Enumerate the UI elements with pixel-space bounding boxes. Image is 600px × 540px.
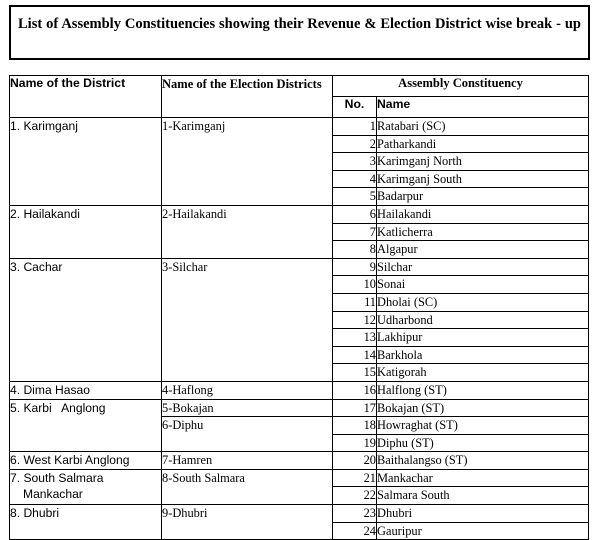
- column-header-district: Name of the District: [9, 75, 162, 118]
- constituency-name-cell: Howraghat (ST): [375, 416, 590, 435]
- constituency-name-cell: Lakhipur: [375, 328, 590, 347]
- constituency-number-cell: 20: [332, 451, 377, 470]
- table-row: 4. Dima Hasao 4-Haflong 16 Halflong (ST): [9, 380, 590, 400]
- constituency-number-cell: 8: [332, 240, 377, 259]
- table-row: 2. Hailakandi 2-Hailakandi 6 Hailakandi: [9, 204, 590, 259]
- district-name-cell: 2. Hailakandi: [9, 204, 162, 259]
- constituency-number-cell: 7: [332, 222, 377, 242]
- table-row: 8. Dhubri 9-Dhubri 23 Dhubri: [9, 504, 590, 540]
- constituency-number-cell: 2: [332, 134, 377, 154]
- constituency-number-cell: 4: [332, 169, 377, 189]
- district-name-line: 5. Karbi Anglong: [10, 400, 106, 415]
- district-name-cell: 1. Karimganj: [9, 117, 162, 206]
- table-row: 5. Karbi Anglong 5-Bokajan 17 Bokajan (ST): [9, 398, 590, 453]
- column-header-ac-no: No.: [332, 96, 377, 118]
- constituency-number-cell: 24: [332, 521, 377, 540]
- constituency-name-cell: Patharkandi: [375, 134, 590, 154]
- table-row: 1. Karimganj 1-Karimganj 1 Ratabari (SC): [9, 117, 590, 206]
- constituency-name-cell: Algapur: [375, 240, 590, 259]
- document-title-box: List of Assembly Constituencies showing …: [9, 5, 590, 60]
- constituency-name-cell: Barkhola: [375, 345, 590, 365]
- table-row: 6. West Karbi Anglong 7-Hamren 20 Baithalan…: [9, 451, 590, 470]
- constituency-number-cell: 9: [332, 257, 377, 277]
- constituency-name-cell: Bokajan (ST): [375, 398, 590, 418]
- election-district-cell: 6-Diphu: [161, 416, 333, 453]
- district-name-line: 7. South Salmara: [10, 470, 104, 485]
- district-name-cell: 7. South Salmara Mankachar: [9, 468, 162, 506]
- district-name-line: 4. Dima Hasao: [10, 382, 90, 397]
- district-name-line: 1. Karimganj: [10, 119, 78, 133]
- constituency-number-cell: 6: [332, 204, 377, 224]
- constituency-name-cell: Dhubri: [375, 504, 590, 523]
- district-name-line: 6. West Karbi Anglong: [10, 453, 130, 468]
- election-district-cell: 1-Karimganj: [161, 117, 333, 206]
- constituency-number-cell: 19: [332, 433, 377, 453]
- constituency-number-cell: 21: [332, 468, 377, 488]
- district-name-line: 3. Cachar: [10, 259, 63, 274]
- constituency-name-cell: Halflong (ST): [375, 380, 590, 400]
- election-district-cell: 5-Bokajan: [161, 398, 333, 418]
- constituency-name-cell: Hailakandi: [375, 204, 590, 224]
- election-district-cell: 3-Silchar: [161, 257, 333, 382]
- constituency-number-cell: 17: [332, 398, 377, 418]
- constituency-number-cell: 18: [332, 416, 377, 435]
- constituency-name-cell: Mankachar: [375, 468, 590, 488]
- constituency-name-cell: Karimganj South: [375, 169, 590, 189]
- column-header-assembly-constituency: Assembly Constituency: [331, 75, 590, 97]
- constituency-name-cell: Diphu (ST): [375, 433, 590, 453]
- table-header: Name of the District Name of the Electio…: [9, 75, 590, 118]
- district-name-cell: 3. Cachar: [9, 257, 162, 382]
- election-district-cell: 7-Hamren: [161, 451, 333, 470]
- table-body: 1. Karimganj 1-Karimganj 1 Ratabari (SC) 2 Pa…: [9, 117, 590, 540]
- constituency-name-cell: Katlicherra: [375, 222, 590, 242]
- constituency-name-cell: Silchar: [375, 257, 590, 277]
- constituency-number-cell: 15: [332, 363, 377, 382]
- constituency-number-cell: 1: [332, 117, 377, 136]
- constituency-number-cell: 23: [332, 504, 377, 523]
- constituency-name-cell: Sonai: [375, 275, 590, 294]
- district-name-cell: 5. Karbi Anglong: [9, 398, 162, 453]
- constituency-number-cell: 3: [332, 152, 377, 171]
- table-header-row-1: Name of the District Name of the Electio…: [9, 75, 590, 118]
- page-title: List of Assembly Constituencies showing …: [18, 16, 581, 32]
- election-district-cell: 8-South Salmara: [161, 468, 333, 506]
- election-district-cell: 4-Haflong: [161, 380, 333, 400]
- district-name-line: 2. Hailakandi: [10, 206, 80, 221]
- constituency-name-cell: Badarpur: [375, 187, 590, 206]
- election-district-cell: 2-Hailakandi: [161, 204, 333, 259]
- constituency-name-cell: Gauripur: [375, 521, 590, 540]
- constituency-name-cell: Ratabari (SC): [375, 117, 590, 136]
- constituency-number-cell: 13: [332, 328, 377, 347]
- district-name-cell: 6. West Karbi Anglong: [9, 451, 162, 470]
- constituency-number-cell: 22: [332, 486, 377, 506]
- district-name-cell: 8. Dhubri: [9, 504, 162, 540]
- constituency-name-cell: Salmara South: [375, 486, 590, 506]
- constituency-number-cell: 10: [332, 275, 377, 294]
- constituency-number-cell: 16: [332, 380, 377, 400]
- document-page: List of Assembly Constituencies showing …: [0, 0, 600, 540]
- constituency-name-cell: Baithalangso (ST): [375, 451, 590, 470]
- table-row: 7. South Salmara Mankachar 8-South Salmara…: [9, 468, 590, 506]
- column-header-ac-name: Name: [375, 96, 590, 118]
- constituency-number-cell: 14: [332, 345, 377, 365]
- constituency-table-container: Name of the District Name of the Electio…: [9, 75, 590, 540]
- district-name-line: Mankachar: [23, 487, 83, 502]
- constituency-number-cell: 12: [332, 310, 377, 330]
- constituency-name-cell: Udharbond: [375, 310, 590, 330]
- constituency-name-cell: Dholai (SC): [375, 292, 590, 312]
- table-row: 3. Cachar 3-Silchar 9 Silchar: [9, 257, 590, 382]
- district-name-line: 8. Dhubri: [10, 506, 60, 521]
- district-name-cell: 4. Dima Hasao: [9, 380, 162, 400]
- constituency-number-cell: 5: [332, 187, 377, 206]
- constituency-name-cell: Katigorah: [375, 363, 590, 382]
- election-district-cell: 9-Dhubri: [161, 504, 333, 540]
- column-header-election-district: Name of the Election Districts: [161, 75, 333, 118]
- constituency-table: Name of the District Name of the Electio…: [9, 75, 590, 540]
- constituency-number-cell: 11: [332, 292, 377, 312]
- constituency-name-cell: Karimganj North: [375, 152, 590, 171]
